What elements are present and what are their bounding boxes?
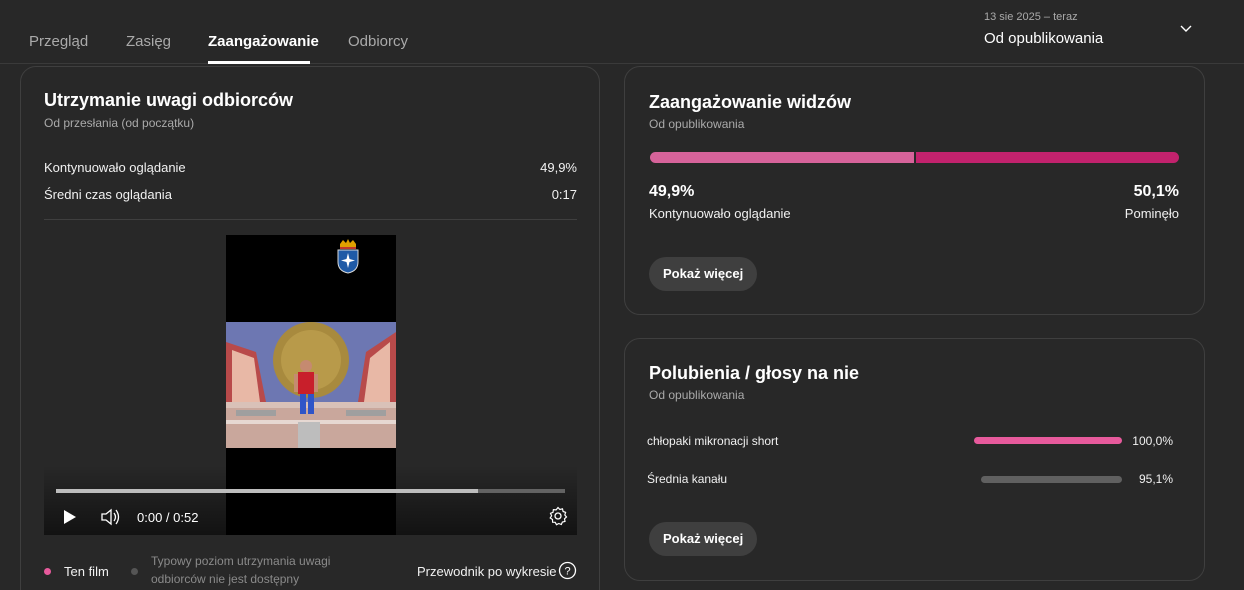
volume-icon[interactable] [100, 507, 122, 527]
stat-continued-label: Kontynuowało oglądanie [44, 160, 186, 175]
active-tab-indicator [208, 61, 310, 64]
stat-avg-time-value: 0:17 [551, 187, 577, 202]
likes-row-channel-value: 95,1% [1138, 472, 1173, 486]
top-tab-bar: Przegląd Zasięg Zaangażowanie Odbiorcy 1… [0, 0, 1244, 64]
tab-audience[interactable]: Odbiorcy [348, 33, 408, 50]
date-range-label: 13 sie 2025 – teraz [984, 11, 1078, 23]
play-icon[interactable] [63, 509, 77, 525]
engagement-continued-label: Kontynuowało oglądanie [649, 206, 791, 221]
engagement-title: Zaangażowanie widzów [649, 92, 852, 112]
likes-show-more-button[interactable]: Pokaż więcej [649, 522, 758, 556]
player-controls-overlay [44, 465, 577, 535]
video-time: 0:00 / 0:52 [137, 510, 199, 525]
stat-continued-value: 49,9% [540, 160, 577, 175]
legend-typical-line2: odbiorców nie jest dostępny [151, 572, 300, 586]
engagement-skipped-bar [916, 152, 1179, 163]
engagement-skipped-label: Pominęło [1124, 206, 1179, 221]
tab-overview[interactable]: Przegląd [29, 33, 88, 50]
divider [44, 219, 577, 220]
engagement-subtitle: Od opublikowania [649, 117, 745, 131]
retention-title: Utrzymanie uwagi odbiorców [44, 90, 294, 110]
engagement-continued-pct: 49,9% [649, 183, 695, 200]
chart-guide-link[interactable]: Przewodnik po wykresie [417, 564, 556, 579]
tab-engagement[interactable]: Zaangażowanie [208, 33, 319, 50]
likes-row-channel-bar [981, 476, 1122, 483]
video-thumbnail [226, 322, 396, 448]
settings-gear-icon[interactable] [548, 506, 568, 526]
retention-subtitle: Od przesłania (od początku) [44, 116, 195, 130]
help-circle-icon[interactable]: ? [558, 561, 577, 580]
likes-row-film-value: 100,0% [1132, 434, 1173, 448]
engagement-continued-bar [650, 152, 914, 163]
svg-text:?: ? [564, 566, 570, 578]
chevron-down-icon[interactable] [1178, 24, 1194, 34]
legend-typical-line1: Typowy poziom utrzymania uwagi [151, 554, 331, 568]
video-progress-fill [56, 489, 478, 493]
date-range-selected: Od opublikowania [984, 30, 1104, 47]
tab-reach[interactable]: Zasięg [126, 33, 171, 50]
stat-avg-time-label: Średni czas oglądania [44, 187, 172, 202]
legend-this-film-dot [44, 568, 51, 575]
likes-row-film-bar [974, 437, 1122, 444]
legend-this-film-label: Ten film [64, 564, 109, 579]
likes-row-film-label: chłopaki mikronacji short [647, 434, 779, 448]
legend-typical-dot [131, 568, 138, 575]
engagement-skipped-pct: 50,1% [1133, 183, 1179, 200]
crest-logo [337, 239, 359, 274]
video-progress-bar[interactable] [56, 489, 565, 493]
likes-title: Polubienia / głosy na nie [649, 363, 860, 383]
engagement-show-more-button[interactable]: Pokaż więcej [649, 257, 758, 291]
likes-subtitle: Od opublikowania [649, 388, 745, 402]
likes-row-channel-label: Średnia kanału [647, 472, 728, 486]
